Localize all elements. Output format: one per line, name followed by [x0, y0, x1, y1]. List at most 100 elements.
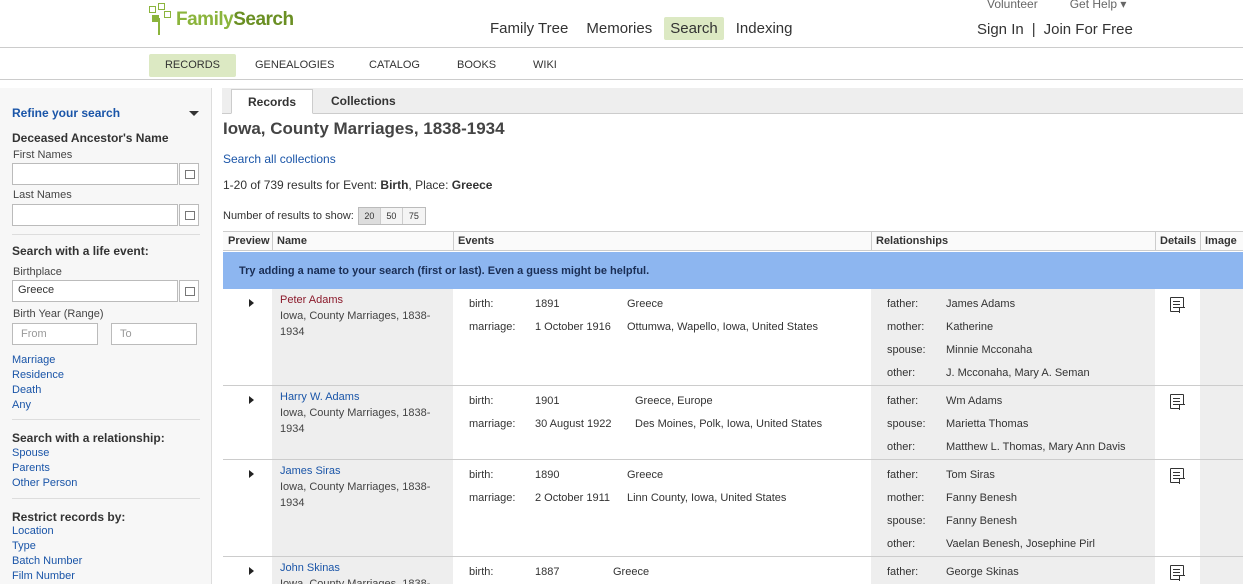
table-row[interactable]: John Skinas Iowa, County Marriages, 1838…: [223, 557, 1243, 584]
add-parents-link[interactable]: Parents: [12, 462, 50, 474]
add-residence-event-link[interactable]: Residence: [12, 369, 64, 381]
event-type: marriage:: [469, 492, 516, 504]
restrict-location-link[interactable]: Location: [12, 525, 54, 537]
restrict-type-link[interactable]: Type: [12, 540, 36, 552]
nav-family-tree[interactable]: Family Tree: [484, 17, 574, 40]
person-name-link[interactable]: John Skinas: [280, 562, 340, 574]
add-spouse-link[interactable]: Spouse: [12, 447, 49, 459]
event-type: marriage:: [469, 321, 516, 333]
ancestor-heading: Deceased Ancestor's Name: [12, 131, 169, 145]
show-20-button[interactable]: 20: [358, 208, 381, 224]
tree-logo-icon: [149, 3, 173, 37]
relationship-role: father:: [887, 395, 919, 407]
summary-place: Greece: [451, 178, 493, 192]
name-tip-banner: Try adding a name to your search (first …: [223, 252, 1243, 289]
first-names-exact-checkbox[interactable]: [179, 163, 199, 185]
event-type: birth:: [469, 395, 494, 407]
subnav-catalog[interactable]: CATALOG: [353, 54, 436, 77]
expand-preview-icon[interactable]: [249, 299, 254, 307]
event-date: 1891: [535, 298, 560, 310]
familysearch-logo[interactable]: FamilySearch: [149, 3, 294, 37]
record-details-icon[interactable]: [1170, 297, 1185, 313]
relationship-names: Katherine: [946, 321, 994, 333]
join-link[interactable]: Join For Free: [1044, 21, 1133, 38]
birthplace-input[interactable]: Greece: [12, 280, 178, 302]
first-names-label: First Names: [13, 149, 73, 161]
sign-in-link[interactable]: Sign In: [977, 21, 1024, 38]
refine-title[interactable]: Refine your search: [12, 106, 120, 120]
table-row[interactable]: James Siras Iowa, County Marriages, 1838…: [223, 460, 1243, 557]
divider: [12, 234, 200, 235]
tab-collections[interactable]: Collections: [314, 89, 413, 114]
nav-indexing[interactable]: Indexing: [730, 17, 799, 40]
nav-search[interactable]: Search: [664, 17, 724, 40]
add-marriage-event-link[interactable]: Marriage: [12, 354, 55, 366]
relationship-names: Matthew L. Thomas, Mary Ann Davis: [946, 441, 1126, 453]
get-help-link[interactable]: Get Help ▾: [1070, 0, 1127, 11]
restrict-batch-number-link[interactable]: Batch Number: [12, 555, 82, 567]
birth-year-from-input[interactable]: From: [12, 323, 98, 345]
event-place: Linn County, Iowa, United States: [627, 492, 787, 504]
volunteer-link[interactable]: Volunteer: [987, 0, 1038, 11]
event-place: Ottumwa, Wapello, Iowa, United States: [627, 321, 818, 333]
add-death-event-link[interactable]: Death: [12, 384, 41, 396]
add-any-event-link[interactable]: Any: [12, 399, 31, 411]
table-row[interactable]: Harry W. Adams Iowa, County Marriages, 1…: [223, 386, 1243, 460]
show-50-button[interactable]: 50: [380, 208, 403, 224]
subnav-wiki[interactable]: WIKI: [517, 54, 573, 77]
main-nav: Family Tree Memories Search Indexing: [484, 17, 804, 40]
record-details-icon[interactable]: [1170, 394, 1185, 410]
collection-name: Iowa, County Marriages, 1838-1934: [280, 407, 431, 435]
expand-preview-icon[interactable]: [249, 470, 254, 478]
relationship-role: mother:: [887, 321, 925, 333]
event-date: 1890: [535, 469, 560, 481]
subnav-records[interactable]: RECORDS: [149, 54, 236, 77]
relationship-names: Marietta Thomas: [946, 418, 1029, 430]
col-preview: Preview: [228, 235, 270, 247]
top-header: FamilySearch Family Tree Memories Search…: [0, 0, 1243, 48]
event-type: birth:: [469, 298, 494, 310]
event-date: 1901: [535, 395, 560, 407]
restrict-film-number-link[interactable]: Film Number: [12, 570, 75, 582]
record-details-icon[interactable]: [1170, 468, 1185, 484]
subnav-genealogies[interactable]: GENEALOGIES: [239, 54, 350, 77]
person-name-link[interactable]: Harry W. Adams: [280, 391, 359, 403]
relationship-names: Fanny Benesh: [946, 492, 1017, 504]
summary-mid: , Place:: [408, 178, 452, 192]
person-name-link[interactable]: Peter Adams: [280, 294, 343, 306]
search-all-collections-link[interactable]: Search all collections: [223, 152, 336, 166]
subnav-books[interactable]: BOOKS: [441, 54, 512, 77]
nav-memories[interactable]: Memories: [580, 17, 658, 40]
relationship-role: other:: [887, 538, 916, 550]
chevron-down-icon[interactable]: [189, 111, 199, 116]
birthplace-exact-checkbox[interactable]: [179, 280, 199, 302]
utility-links: Volunteer Get Help ▾: [987, 0, 1126, 11]
relationship-names: Tom Siras: [946, 469, 995, 481]
expand-preview-icon[interactable]: [249, 567, 254, 575]
person-name-link[interactable]: James Siras: [280, 465, 341, 477]
sub-nav: RECORDS GENEALOGIES CATALOG BOOKS WIKI: [0, 49, 1243, 80]
add-other-person-link[interactable]: Other Person: [12, 477, 77, 489]
collection-name: Iowa, County Marriages, 1838-1934: [280, 481, 431, 509]
logo-text-family: Family: [176, 9, 234, 30]
event-date: 1 October 1916: [535, 321, 611, 333]
record-details-icon[interactable]: [1170, 565, 1185, 581]
tab-records[interactable]: Records: [231, 89, 313, 114]
birth-year-to-input[interactable]: To: [111, 323, 197, 345]
last-names-input[interactable]: [12, 204, 178, 226]
relationship-names: Wm Adams: [946, 395, 1003, 407]
relationship-names: Fanny Benesh: [946, 515, 1017, 527]
relationship-role: spouse:: [887, 344, 926, 356]
divider: [12, 419, 200, 420]
expand-preview-icon[interactable]: [249, 396, 254, 404]
last-names-exact-checkbox[interactable]: [179, 204, 199, 226]
results-per-page: Number of results to show: 20 50 75: [223, 207, 426, 225]
show-75-button[interactable]: 75: [402, 208, 425, 224]
first-names-input[interactable]: [12, 163, 178, 185]
event-place: Greece: [627, 298, 664, 310]
table-row[interactable]: Peter Adams Iowa, County Marriages, 1838…: [223, 289, 1243, 386]
relationship-role: father:: [887, 469, 919, 481]
relationship-role: mother:: [887, 492, 925, 504]
relationship-role: spouse:: [887, 418, 926, 430]
auth-links: Sign In | Join For Free: [977, 21, 1133, 38]
